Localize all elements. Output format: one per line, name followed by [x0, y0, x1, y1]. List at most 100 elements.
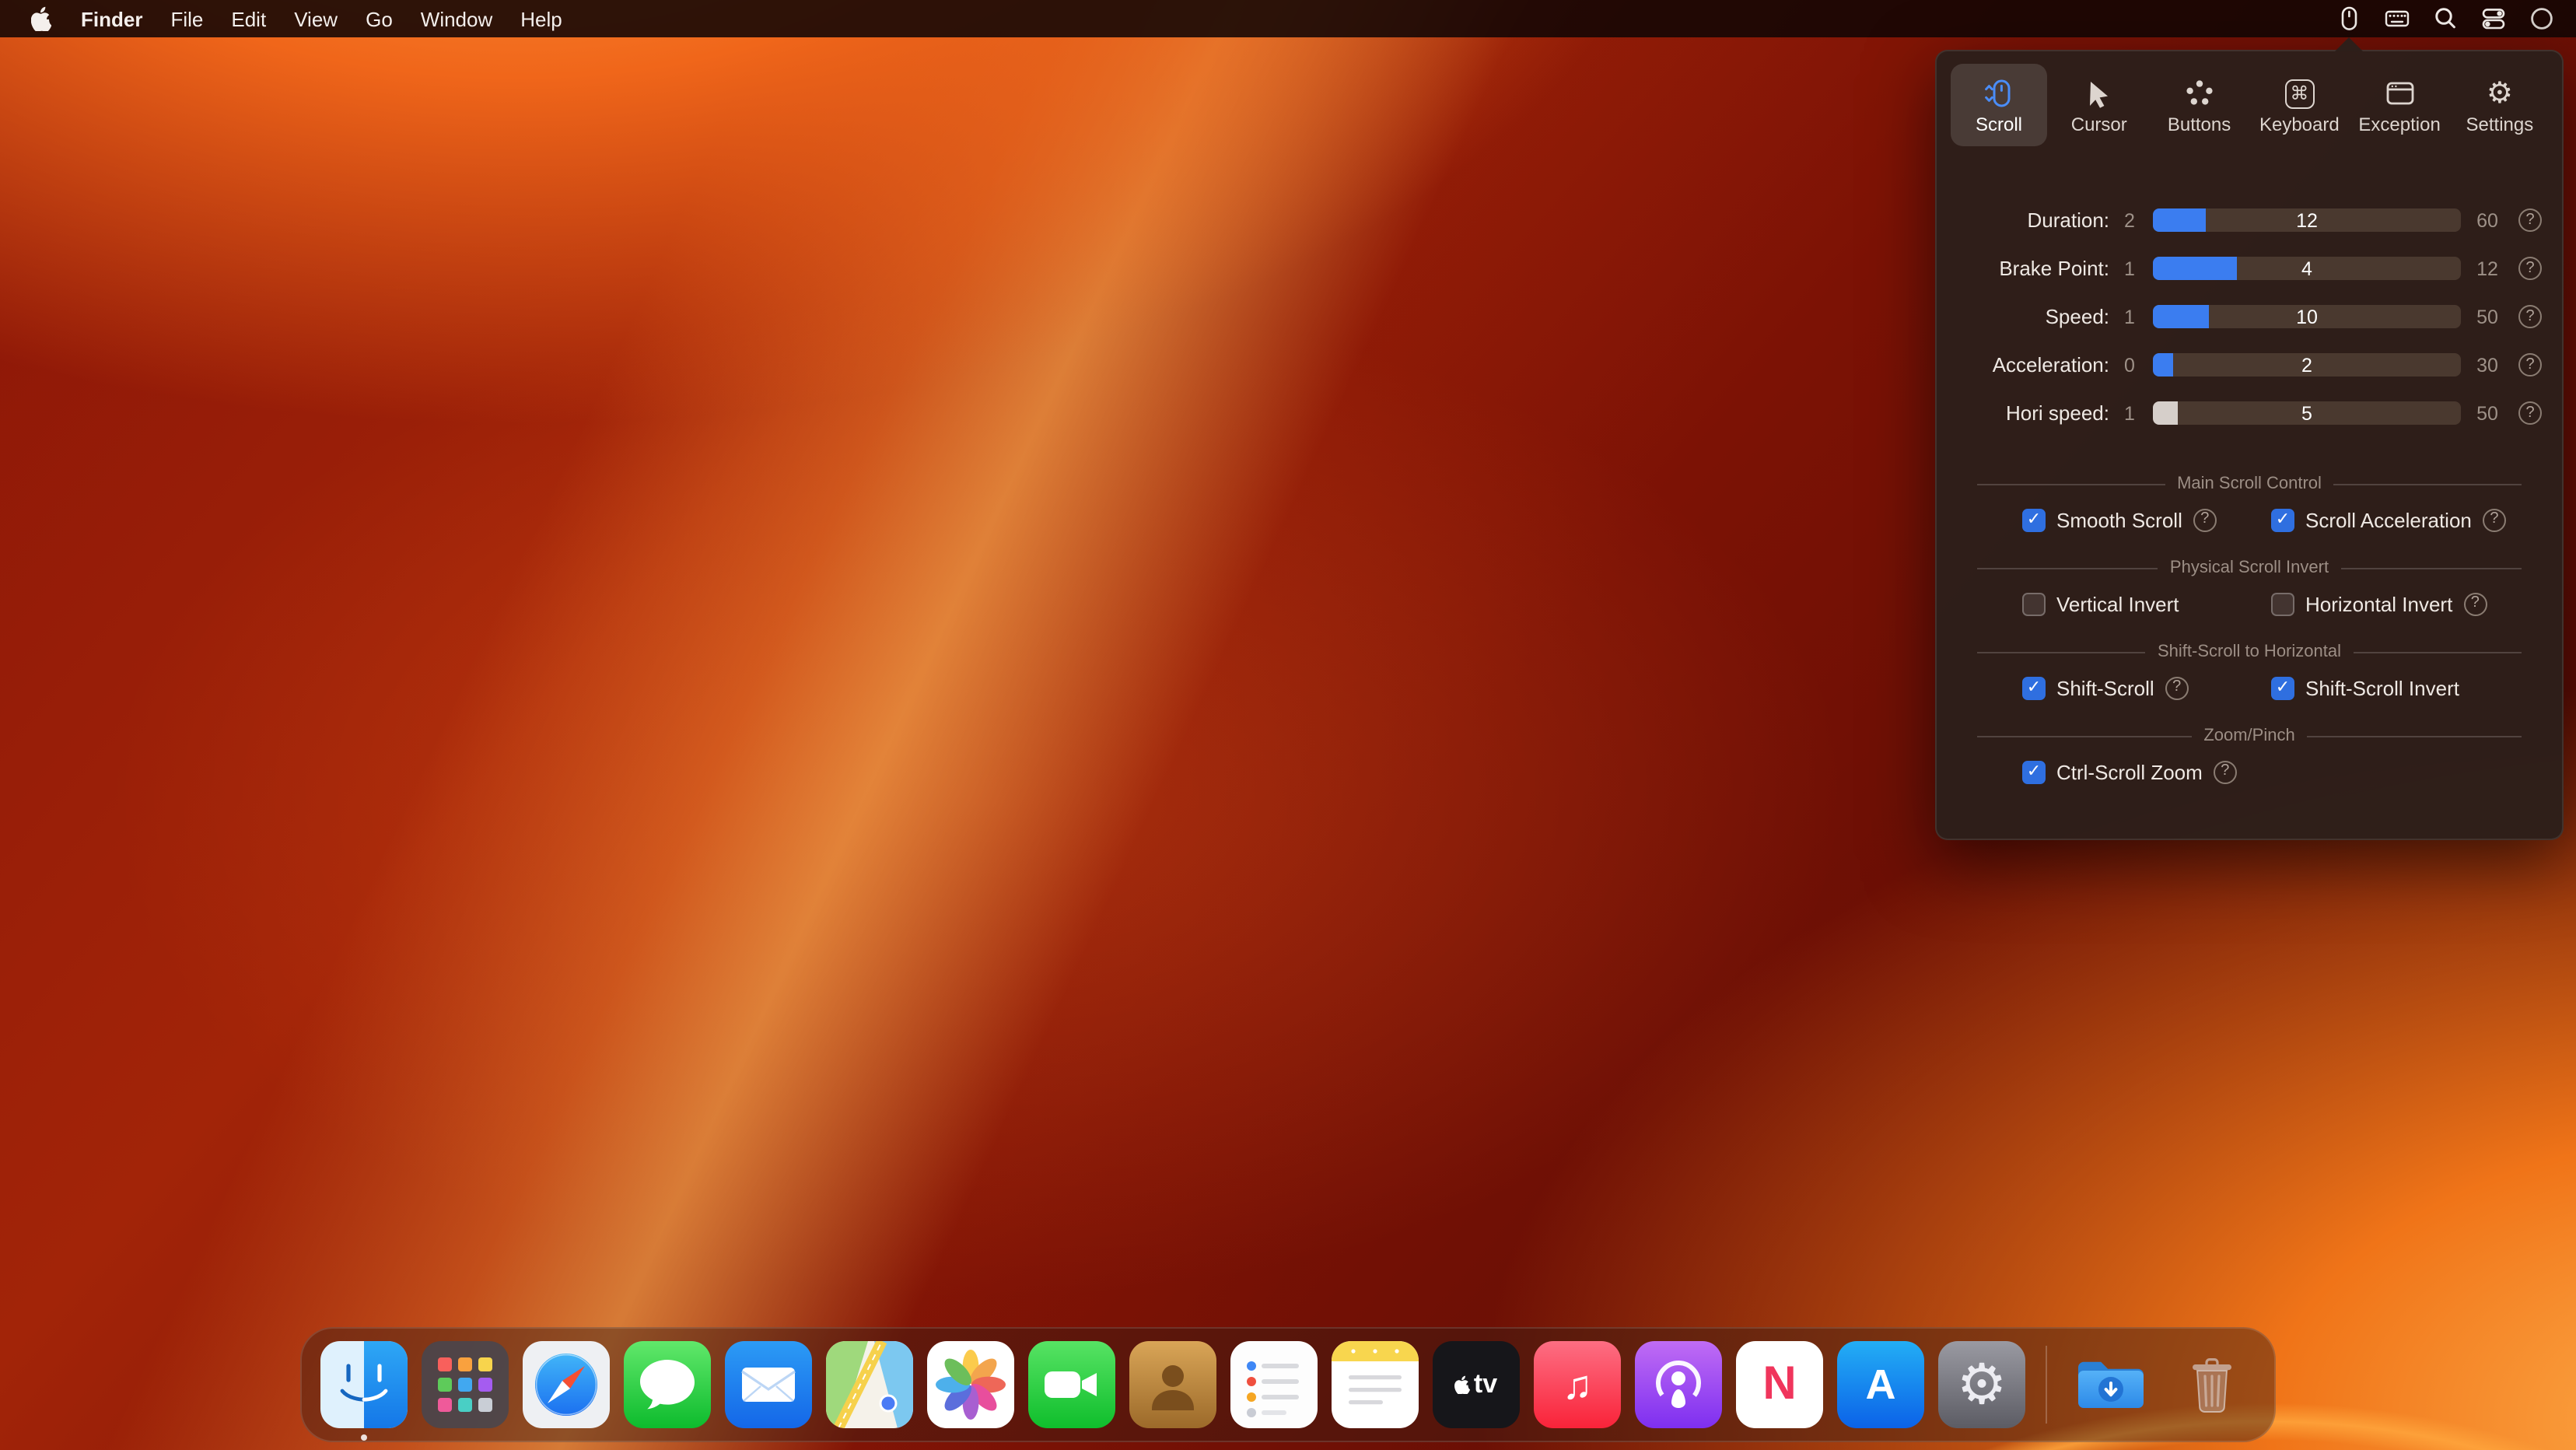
slider-label: Hori speed: — [1958, 401, 2109, 425]
tab-exception[interactable]: Exception — [2351, 64, 2448, 146]
slider-row-acceleration: Acceleration: 0 2 30 ? — [1937, 341, 2562, 389]
tab-buttons[interactable]: Buttons — [2151, 64, 2248, 146]
menu-window[interactable]: Window — [407, 7, 507, 30]
checkbox-smooth-scroll[interactable]: ✓ Smooth Scroll ? — [2022, 499, 2217, 540]
dock-trash-icon[interactable] — [2168, 1341, 2256, 1428]
tab-cursor[interactable]: Cursor — [2051, 64, 2147, 146]
dock: tv ♫ N A ⚙ — [300, 1327, 2276, 1442]
checkbox-vertical-invert[interactable]: ✓ Vertical Invert ? — [2022, 583, 2179, 624]
section-divider-main-scroll-control: Main Scroll Control — [1977, 471, 2522, 496]
help-icon[interactable]: ? — [2518, 208, 2542, 232]
slider-value: 10 — [2153, 305, 2461, 328]
dock-reminders-icon[interactable] — [1230, 1341, 1318, 1428]
help-icon[interactable]: ? — [2518, 401, 2542, 425]
checkbox[interactable]: ✓ — [2022, 592, 2046, 615]
slider-label: Duration: — [1958, 208, 2109, 232]
slider-group: Duration: 2 12 60 ? Brake Point: 1 4 12 … — [1937, 196, 2562, 437]
hori-speed-slider[interactable]: 5 — [2153, 401, 2461, 425]
slider-min: 1 — [2109, 402, 2150, 424]
help-icon[interactable]: ? — [2463, 592, 2487, 615]
brake-point-slider[interactable]: 4 — [2153, 257, 2461, 280]
mouse-buttons-icon — [2182, 76, 2217, 110]
checkbox-row: ✓ Ctrl-Scroll Zoom ? — [1977, 751, 2522, 792]
keyboard-input-icon[interactable] — [2378, 3, 2416, 34]
section-divider-zoom-pinch: Zoom/Pinch — [1977, 723, 2522, 748]
help-icon[interactable]: ? — [2193, 508, 2217, 531]
checkbox[interactable]: ✓ — [2022, 676, 2046, 699]
dock-news-icon[interactable]: N — [1736, 1341, 1823, 1428]
desktop: Finder File Edit View Go Window Help — [0, 0, 2576, 1450]
dock-safari-icon[interactable] — [523, 1341, 610, 1428]
dock-launchpad-icon[interactable] — [422, 1341, 509, 1428]
tab-keyboard[interactable]: ⌘ Keyboard — [2251, 64, 2347, 146]
menu-view[interactable]: View — [280, 7, 352, 30]
mouse-settings-popover: Scroll Cursor Buttons ⌘ — [1935, 50, 2564, 840]
acceleration-slider[interactable]: 2 — [2153, 353, 2461, 377]
slider-label: Brake Point: — [1958, 257, 2109, 280]
tab-scroll[interactable]: Scroll — [1951, 64, 2047, 146]
slider-min: 1 — [2109, 257, 2150, 279]
status-circle-icon[interactable] — [2523, 3, 2560, 34]
active-app-name[interactable]: Finder — [67, 7, 156, 30]
slider-max: 50 — [2464, 306, 2511, 327]
speed-slider[interactable]: 10 — [2153, 305, 2461, 328]
help-icon[interactable]: ? — [2214, 760, 2237, 783]
slider-max: 50 — [2464, 402, 2511, 424]
check-icon: ✓ — [2027, 763, 2041, 780]
checkbox[interactable]: ✓ — [2271, 592, 2294, 615]
checkbox-shift-scroll-invert[interactable]: ✓ Shift-Scroll Invert ? — [2271, 667, 2459, 708]
dock-facetime-icon[interactable] — [1028, 1341, 1115, 1428]
dock-contacts-icon[interactable] — [1129, 1341, 1216, 1428]
slider-min: 0 — [2109, 354, 2150, 376]
dock-messages-icon[interactable] — [624, 1341, 711, 1428]
apple-menu[interactable] — [16, 6, 67, 31]
section-title: Shift-Scroll to Horizontal — [2158, 643, 2341, 661]
dock-photos-icon[interactable] — [927, 1341, 1014, 1428]
spotlight-search-icon[interactable] — [2427, 3, 2464, 34]
checkbox[interactable]: ✓ — [2271, 676, 2294, 699]
mouse-utility-menubar-icon[interactable] — [2330, 3, 2368, 34]
help-icon[interactable]: ? — [2165, 676, 2189, 699]
control-center-icon[interactable] — [2475, 3, 2512, 34]
checkbox[interactable]: ✓ — [2271, 508, 2294, 531]
help-icon[interactable]: ? — [2518, 305, 2542, 328]
dock-notes-icon[interactable] — [1332, 1341, 1419, 1428]
dock-divider — [2046, 1346, 2047, 1424]
dock-finder-icon[interactable] — [320, 1341, 408, 1428]
menu-file[interactable]: File — [156, 7, 217, 30]
dock-system-settings-icon[interactable]: ⚙ — [1938, 1341, 2025, 1428]
checkbox-ctrl-scroll-zoom[interactable]: ✓ Ctrl-Scroll Zoom ? — [2022, 751, 2237, 792]
checkbox[interactable]: ✓ — [2022, 508, 2046, 531]
help-icon[interactable]: ? — [2518, 257, 2542, 280]
slider-max: 30 — [2464, 354, 2511, 376]
slider-label: Speed: — [1958, 305, 2109, 328]
dock-apple-tv-icon[interactable]: tv — [1433, 1341, 1520, 1428]
help-icon[interactable]: ? — [2518, 353, 2542, 377]
menu-go[interactable]: Go — [352, 7, 407, 30]
checkbox[interactable]: ✓ — [2022, 760, 2046, 783]
dock-mail-icon[interactable] — [725, 1341, 812, 1428]
app-window-icon — [2382, 76, 2417, 110]
dock-maps-icon[interactable] — [826, 1341, 913, 1428]
checkbox-row: ✓ Smooth Scroll ? ✓ Scroll Acceleration … — [1977, 499, 2522, 540]
running-indicator — [361, 1434, 367, 1441]
menu-edit[interactable]: Edit — [217, 7, 280, 30]
checkbox-shift-scroll[interactable]: ✓ Shift-Scroll ? — [2022, 667, 2189, 708]
slider-value: 2 — [2153, 353, 2461, 377]
slider-row-brake-point: Brake Point: 1 4 12 ? — [1937, 244, 2562, 292]
section-title: Zoom/Pinch — [2203, 727, 2294, 745]
dock-app-store-icon[interactable]: A — [1837, 1341, 1924, 1428]
checkbox-horizontal-invert[interactable]: ✓ Horizontal Invert ? — [2271, 583, 2487, 624]
popover-arrow — [2335, 37, 2363, 51]
slider-value: 12 — [2153, 208, 2461, 232]
dock-music-icon[interactable]: ♫ — [1534, 1341, 1621, 1428]
news-glyph: N — [1736, 1341, 1823, 1428]
duration-slider[interactable]: 12 — [2153, 208, 2461, 232]
tab-settings[interactable]: ⚙ Settings — [2452, 64, 2548, 146]
slider-value: 5 — [2153, 401, 2461, 425]
menu-help[interactable]: Help — [506, 7, 576, 30]
dock-downloads-folder-icon[interactable] — [2067, 1341, 2154, 1428]
checkbox-scroll-acceleration[interactable]: ✓ Scroll Acceleration ? — [2271, 499, 2506, 540]
help-icon[interactable]: ? — [2483, 508, 2506, 531]
dock-podcasts-icon[interactable] — [1635, 1341, 1722, 1428]
